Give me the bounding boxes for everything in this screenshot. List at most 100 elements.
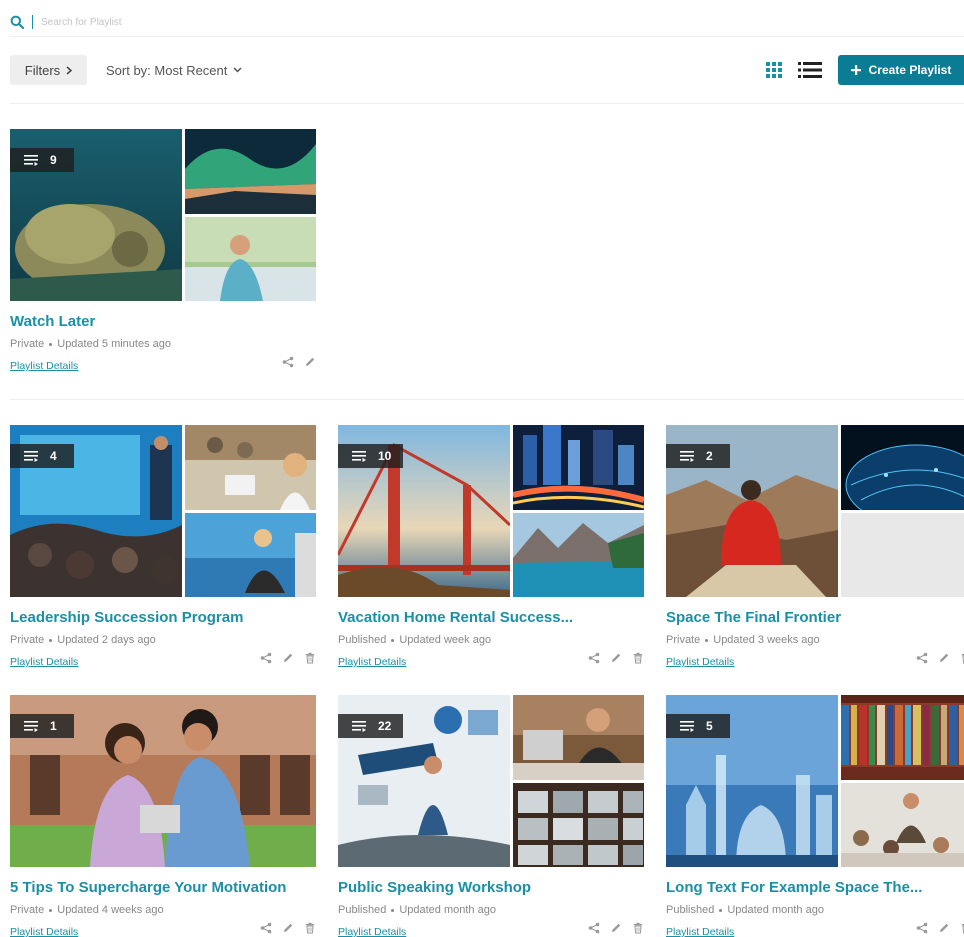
playlist-meta: Published Updated month ago xyxy=(338,904,644,916)
playlist-icon xyxy=(24,155,38,166)
trash-icon[interactable] xyxy=(304,922,316,934)
thumbnail-image xyxy=(185,217,316,301)
thumbnail-image xyxy=(513,425,644,510)
playlist-details-link[interactable]: Playlist Details xyxy=(338,926,406,937)
video-count: 22 xyxy=(378,719,392,733)
search-input[interactable] xyxy=(41,16,341,28)
playlist-details-link[interactable]: Playlist Details xyxy=(10,926,78,937)
playlist-details-link[interactable]: Playlist Details xyxy=(666,926,734,937)
card-actions xyxy=(916,652,964,664)
share-icon[interactable] xyxy=(260,922,272,934)
edit-icon[interactable] xyxy=(282,652,294,664)
thumbnail-image xyxy=(513,513,644,597)
share-icon[interactable] xyxy=(260,652,272,664)
edit-icon[interactable] xyxy=(610,652,622,664)
thumbnail-image xyxy=(841,783,964,867)
edit-icon[interactable] xyxy=(304,356,316,368)
card-actions xyxy=(588,922,644,934)
card-actions xyxy=(282,356,316,368)
playlist-thumbnails[interactable]: 2 xyxy=(666,425,964,597)
list-view-icon[interactable] xyxy=(798,62,822,78)
edit-icon[interactable] xyxy=(282,922,294,934)
video-count: 2 xyxy=(706,449,713,463)
card-footer: Playlist Details xyxy=(666,652,964,668)
playlist-icon xyxy=(24,451,38,462)
playlist-thumbnails[interactable]: 10 xyxy=(338,425,644,597)
edit-icon[interactable] xyxy=(610,922,622,934)
playlist-card: 4 Leadership Succession Program Private … xyxy=(10,425,316,668)
edit-icon[interactable] xyxy=(938,922,950,934)
playlist-card: 2 Space The Final Frontier Private Updat… xyxy=(666,425,964,668)
separator-dot xyxy=(49,342,53,346)
playlist-thumbnails[interactable]: 9 xyxy=(10,129,316,301)
video-count: 4 xyxy=(50,449,57,463)
video-count-badge: 9 xyxy=(10,148,74,172)
trash-icon[interactable] xyxy=(632,922,644,934)
card-footer: Playlist Details xyxy=(10,356,316,372)
playlist-title[interactable]: Space The Final Frontier xyxy=(666,609,964,626)
playlist-title[interactable]: Watch Later xyxy=(10,313,316,330)
trash-icon[interactable] xyxy=(304,652,316,664)
video-count: 1 xyxy=(50,719,57,733)
privacy-status: Published xyxy=(666,904,715,916)
playlist-title[interactable]: 5 Tips To Supercharge Your Motivation xyxy=(10,879,316,896)
thumbnail-image xyxy=(513,783,644,867)
playlist-details-link[interactable]: Playlist Details xyxy=(666,656,734,668)
card-actions xyxy=(260,652,316,664)
plus-icon xyxy=(850,65,861,75)
playlist-details-link[interactable]: Playlist Details xyxy=(10,656,78,668)
share-icon[interactable] xyxy=(588,652,600,664)
thumbnail-image xyxy=(841,425,964,510)
filters-label: Filters xyxy=(24,62,61,78)
trash-icon[interactable] xyxy=(960,922,964,934)
video-count-badge: 22 xyxy=(338,714,404,738)
playlist-thumbnails[interactable]: 22 xyxy=(338,695,644,867)
privacy-status: Private xyxy=(10,338,45,350)
playlist-thumbnails[interactable]: 5 xyxy=(666,695,964,867)
create-playlist-button[interactable]: Create Playlist xyxy=(838,55,964,85)
create-playlist-label: Create Playlist xyxy=(868,63,952,77)
separator-dot xyxy=(49,908,53,912)
share-icon[interactable] xyxy=(588,922,600,934)
separator-dot xyxy=(719,908,723,912)
card-actions xyxy=(260,922,316,934)
playlist-icon xyxy=(680,721,694,732)
share-icon[interactable] xyxy=(282,356,294,368)
playlist-details-link[interactable]: Playlist Details xyxy=(338,656,406,668)
playlist-title[interactable]: Long Text For Example Space The... xyxy=(666,879,964,896)
grid-view-icon[interactable] xyxy=(766,62,782,78)
trash-icon[interactable] xyxy=(960,652,964,664)
filters-button[interactable]: Filters xyxy=(10,55,87,85)
share-icon[interactable] xyxy=(916,652,928,664)
playlist-title[interactable]: Public Speaking Workshop xyxy=(338,879,644,896)
playlist-icon xyxy=(352,721,366,732)
chevron-down-icon xyxy=(233,67,242,73)
playlist-title[interactable]: Vacation Home Rental Success... xyxy=(338,609,644,626)
playlist-card: 9 Watch Later Private Updated 5 minutes … xyxy=(10,129,316,372)
video-count: 9 xyxy=(50,153,57,167)
card-footer: Playlist Details xyxy=(338,922,644,937)
playlist-thumbnails[interactable]: 4 xyxy=(10,425,316,597)
playlist-card: 5 Long Text For Example Space The... Pub… xyxy=(666,695,964,937)
playlist-icon xyxy=(352,451,366,462)
sort-dropdown[interactable]: Sort by: Most Recent xyxy=(106,55,242,85)
playlist-card: 1 5 Tips To Supercharge Your Motivation … xyxy=(10,695,316,937)
trash-icon[interactable] xyxy=(632,652,644,664)
privacy-status: Private xyxy=(10,904,45,916)
search-icon[interactable] xyxy=(10,15,24,29)
playlist-icon xyxy=(680,451,694,462)
search-divider xyxy=(32,15,33,29)
thumbnail-image xyxy=(185,425,316,510)
playlist-thumbnails[interactable]: 1 xyxy=(10,695,316,867)
card-footer: Playlist Details xyxy=(666,922,964,937)
updated-time: Updated 3 weeks ago xyxy=(713,634,820,646)
playlist-title[interactable]: Leadership Succession Program xyxy=(10,609,316,626)
thumbnail-image xyxy=(841,695,964,780)
playlist-details-link[interactable]: Playlist Details xyxy=(10,360,78,372)
edit-icon[interactable] xyxy=(938,652,950,664)
privacy-status: Published xyxy=(338,904,387,916)
share-icon[interactable] xyxy=(916,922,928,934)
video-count: 10 xyxy=(378,449,392,463)
sort-label: Sort by: Most Recent xyxy=(106,62,228,78)
playlist-meta: Private Updated 2 days ago xyxy=(10,634,316,646)
